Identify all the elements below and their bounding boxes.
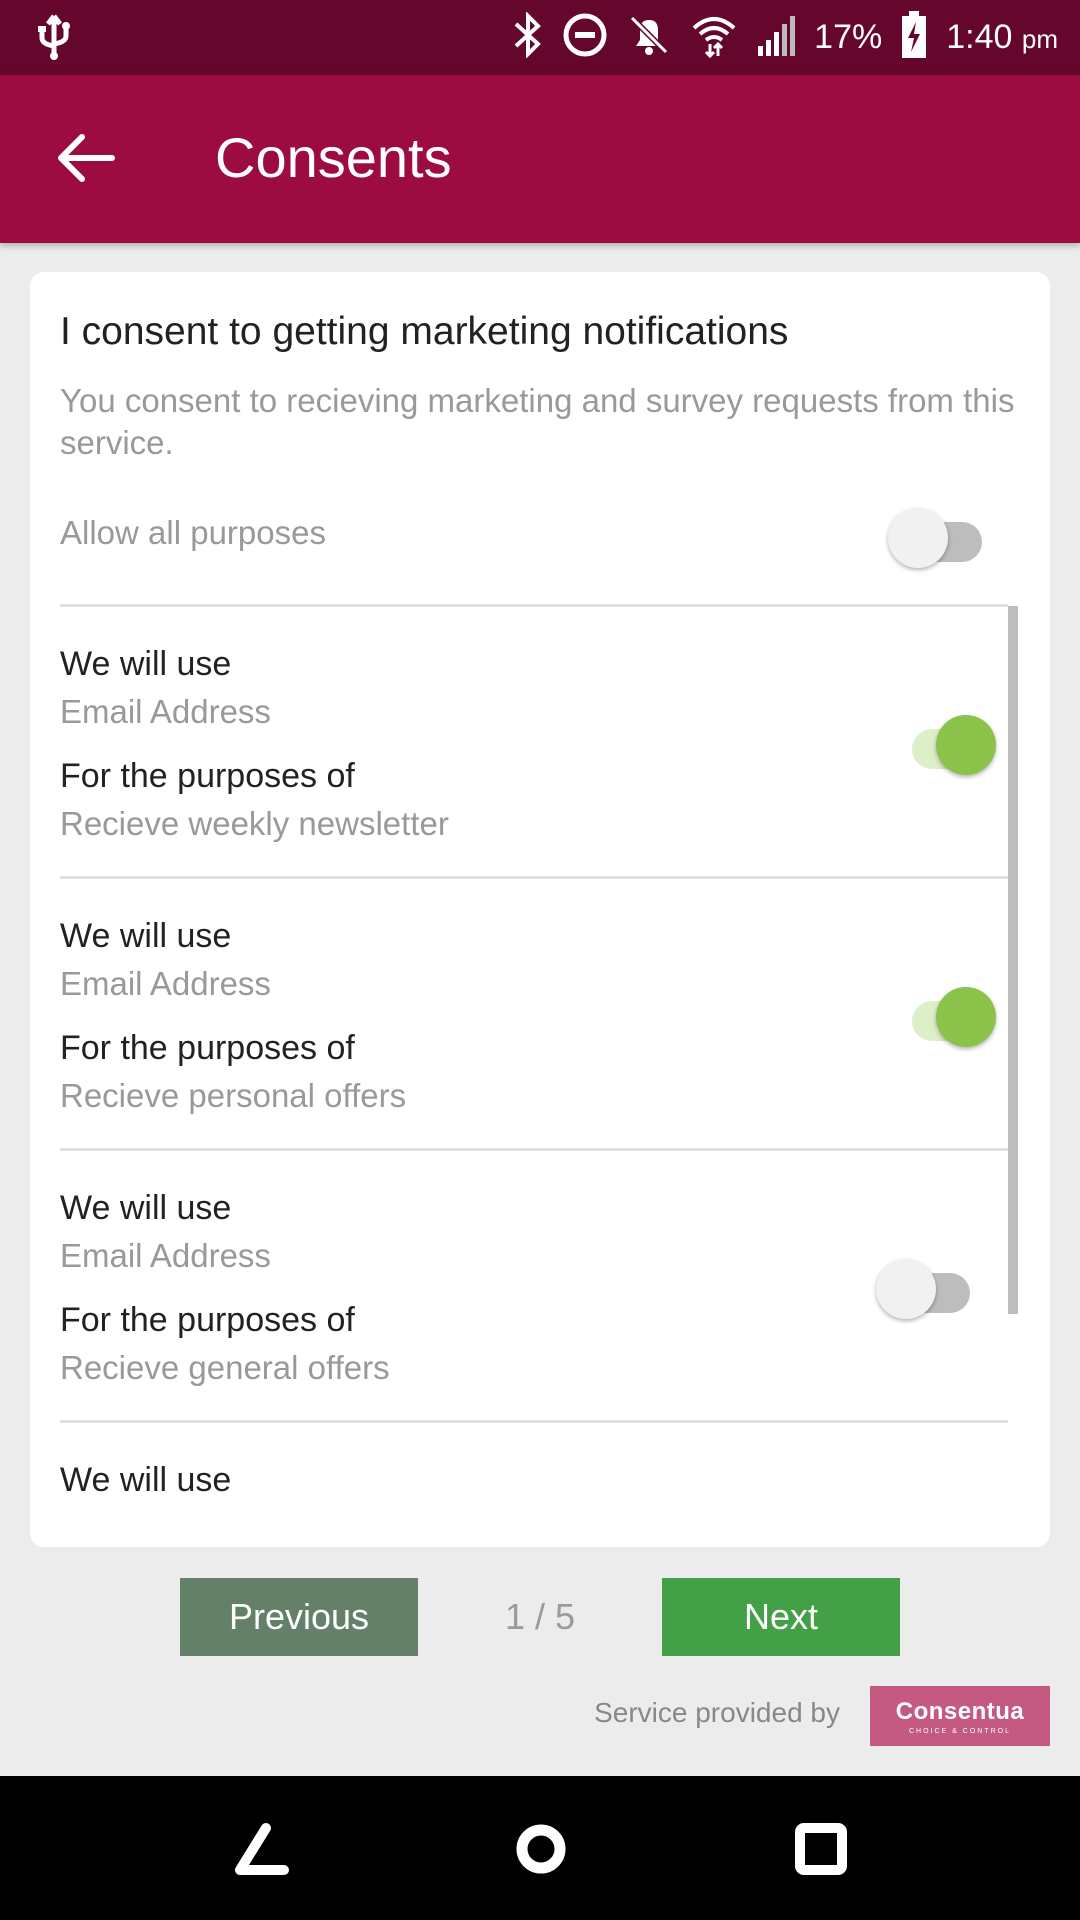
usb-icon bbox=[34, 12, 74, 67]
recents-nav-button[interactable] bbox=[786, 1814, 856, 1884]
divider bbox=[60, 1148, 1008, 1151]
purpose-label: For the purposes of bbox=[60, 1029, 355, 1067]
bluetooth-icon bbox=[512, 11, 544, 63]
toggle-thumb bbox=[936, 987, 996, 1047]
clock: 1:40 pm bbox=[946, 18, 1058, 57]
consent-card: I consent to getting marketing notificat… bbox=[30, 272, 1050, 1547]
allow-all-label: Allow all purposes bbox=[60, 514, 326, 551]
card-bottom-edge bbox=[30, 1513, 1050, 1547]
purpose-label: For the purposes of bbox=[60, 1301, 355, 1339]
back-nav-button[interactable] bbox=[226, 1814, 296, 1884]
consent-item: We will use Email Address For the purpos… bbox=[60, 912, 960, 1120]
back-button[interactable] bbox=[52, 125, 118, 191]
arrow-back-icon bbox=[52, 134, 118, 195]
consent-title: I consent to getting marketing notificat… bbox=[60, 310, 789, 353]
divider bbox=[60, 604, 1008, 607]
purpose-toggle-general-offers[interactable] bbox=[876, 1255, 976, 1321]
battery-charging-icon bbox=[900, 10, 928, 65]
purpose-toggle-weekly-newsletter[interactable] bbox=[900, 711, 1000, 777]
clock-time: 1:40 bbox=[946, 18, 1013, 56]
wifi-icon bbox=[690, 12, 738, 63]
use-label: We will use bbox=[60, 917, 232, 955]
purpose-value: Recieve general offers bbox=[60, 1349, 390, 1386]
purpose-value: Recieve weekly newsletter bbox=[60, 805, 449, 842]
toggle-thumb bbox=[936, 715, 996, 775]
toggle-thumb bbox=[876, 1259, 936, 1319]
purpose-toggle-personal-offers[interactable] bbox=[900, 983, 1000, 1049]
signal-icon bbox=[756, 12, 796, 63]
logo-name: Consentua bbox=[895, 1697, 1025, 1725]
page-indicator: 1 / 5 bbox=[504, 1596, 576, 1637]
consent-item: We will use bbox=[60, 1456, 960, 1504]
consentua-logo[interactable]: Consentua CHOICE & CONTROL bbox=[870, 1686, 1050, 1746]
status-bar: 17% 1:40 pm bbox=[0, 0, 1080, 75]
divider bbox=[60, 876, 1008, 879]
allow-all-toggle[interactable] bbox=[888, 504, 988, 570]
next-button[interactable]: Next bbox=[662, 1578, 900, 1656]
notifications-off-icon bbox=[626, 12, 672, 63]
app-bar: Consents bbox=[0, 75, 1080, 243]
use-label: We will use bbox=[60, 1189, 232, 1227]
purpose-label: For the purposes of bbox=[60, 757, 355, 795]
navigation-bar bbox=[0, 1776, 1080, 1920]
nav-back-icon bbox=[226, 1823, 296, 1888]
consent-description: You consent to recieving marketing and s… bbox=[60, 382, 1015, 461]
recents-icon bbox=[786, 1823, 856, 1888]
clock-suffix: pm bbox=[1021, 24, 1058, 54]
scrollbar[interactable] bbox=[1008, 606, 1018, 1314]
consent-item: We will use Email Address For the purpos… bbox=[60, 1184, 960, 1392]
home-icon bbox=[506, 1824, 576, 1888]
home-nav-button[interactable] bbox=[506, 1814, 576, 1884]
toggle-thumb bbox=[888, 508, 948, 568]
use-label: We will use bbox=[60, 645, 232, 683]
use-label: We will use bbox=[60, 1461, 232, 1499]
do-not-disturb-icon bbox=[562, 12, 608, 63]
use-value: Email Address bbox=[60, 1237, 271, 1274]
previous-button[interactable]: Previous bbox=[180, 1578, 418, 1656]
logo-tagline: CHOICE & CONTROL bbox=[908, 1727, 1011, 1735]
consent-item: We will use Email Address For the purpos… bbox=[60, 640, 960, 848]
divider bbox=[60, 1420, 1008, 1423]
service-provided-text: Service provided by bbox=[594, 1697, 840, 1728]
purpose-value: Recieve personal offers bbox=[60, 1077, 407, 1114]
use-value: Email Address bbox=[60, 965, 271, 1002]
battery-percent: 17% bbox=[814, 18, 883, 56]
use-value: Email Address bbox=[60, 693, 271, 730]
page-title: Consents bbox=[215, 126, 452, 189]
